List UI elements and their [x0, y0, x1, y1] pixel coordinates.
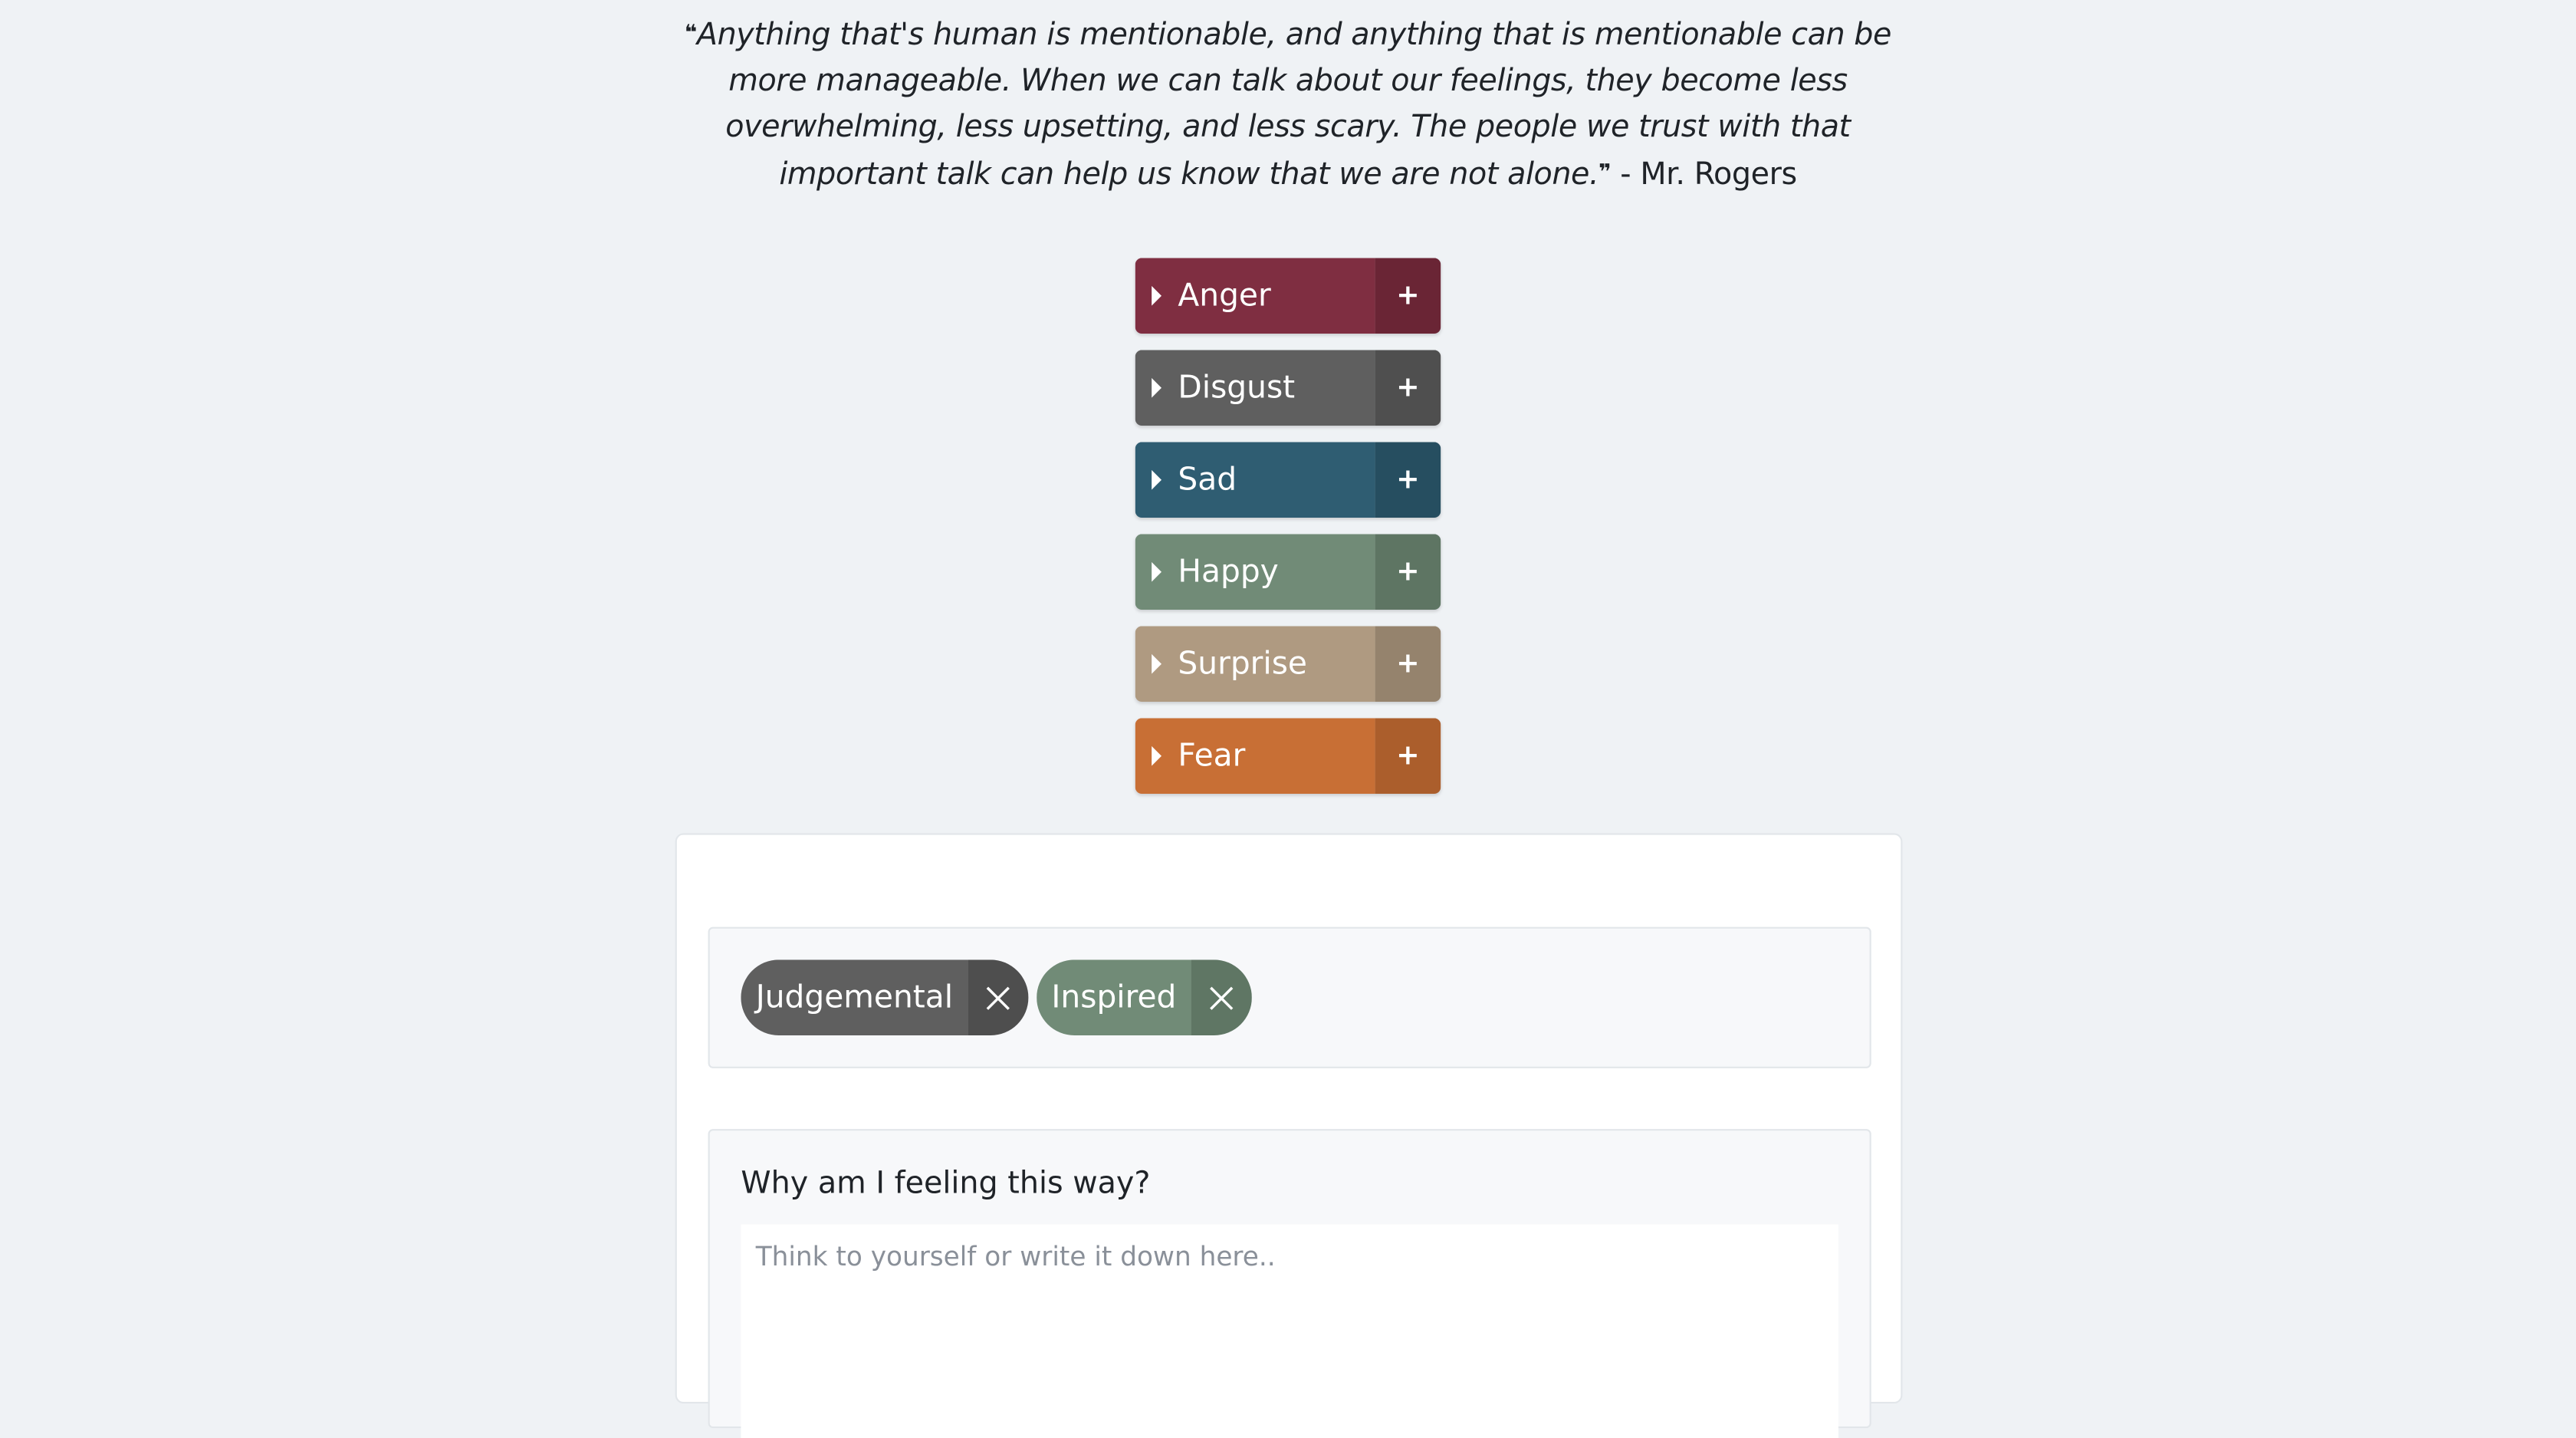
quote-author: - Mr. Rogers [1611, 157, 1797, 193]
emotion-label: Happy [1178, 554, 1279, 591]
caret-right-icon [1152, 653, 1162, 674]
open-quote-icon: ❝ [684, 21, 697, 47]
close-icon [1210, 986, 1234, 1009]
caret-right-icon [1152, 469, 1162, 490]
journal-card: Judgemental Inspired Why am I feeling th… [675, 833, 1903, 1438]
emotion-anger-toggle[interactable]: Anger [1135, 258, 1375, 334]
emotion-label: Surprise [1178, 646, 1307, 683]
emotion-anger: Anger + [1135, 258, 1441, 334]
emotion-surprise-toggle[interactable]: Surprise [1135, 626, 1375, 702]
remove-tag-button[interactable] [1191, 959, 1252, 1035]
caret-right-icon [1152, 377, 1162, 398]
reflection-section: Why am I feeling this way? [708, 1129, 1871, 1438]
tag-chip-inspired: Inspired [1037, 959, 1252, 1035]
caret-right-icon [1152, 285, 1162, 306]
selected-emotions-box: Judgemental Inspired [708, 926, 1871, 1068]
page: ❝Anything that's human is mentionable, a… [0, 0, 2576, 1438]
caret-right-icon [1152, 561, 1162, 582]
tag-label: Inspired [1037, 959, 1191, 1035]
emotion-fear-toggle[interactable]: Fear [1135, 718, 1375, 794]
add-emotion-disgust-button[interactable]: + [1375, 350, 1441, 426]
add-emotion-anger-button[interactable]: + [1375, 258, 1441, 334]
close-icon [986, 986, 1010, 1009]
remove-tag-button[interactable] [968, 959, 1029, 1035]
reflection-input[interactable] [741, 1224, 1838, 1438]
emotion-sad-toggle[interactable]: Sad [1135, 442, 1375, 518]
emotion-list: Anger + Disgust + Sad + Happy + Surprise… [1135, 258, 1441, 810]
reflection-label: Why am I feeling this way? [741, 1167, 1151, 1202]
add-emotion-fear-button[interactable]: + [1375, 718, 1441, 794]
caret-right-icon [1152, 745, 1162, 766]
add-emotion-surprise-button[interactable]: + [1375, 626, 1441, 702]
emotion-sad: Sad + [1135, 442, 1441, 518]
emotion-label: Anger [1178, 278, 1271, 314]
quote-block: ❝Anything that's human is mentionable, a… [674, 12, 1903, 199]
emotion-label: Disgust [1178, 370, 1296, 406]
emotion-disgust-toggle[interactable]: Disgust [1135, 350, 1375, 426]
add-emotion-sad-button[interactable]: + [1375, 442, 1441, 518]
tag-label: Judgemental [741, 959, 968, 1035]
emotion-surprise: Surprise + [1135, 626, 1441, 702]
emotion-happy: Happy + [1135, 534, 1441, 610]
emotion-happy-toggle[interactable]: Happy [1135, 534, 1375, 610]
emotion-label: Fear [1178, 738, 1246, 775]
emotion-label: Sad [1178, 462, 1237, 499]
emotion-disgust: Disgust + [1135, 350, 1441, 426]
tag-chip-judgemental: Judgemental [741, 959, 1029, 1035]
add-emotion-happy-button[interactable]: + [1375, 534, 1441, 610]
emotion-fear: Fear + [1135, 718, 1441, 794]
close-quote-icon: ❞ [1598, 161, 1612, 186]
